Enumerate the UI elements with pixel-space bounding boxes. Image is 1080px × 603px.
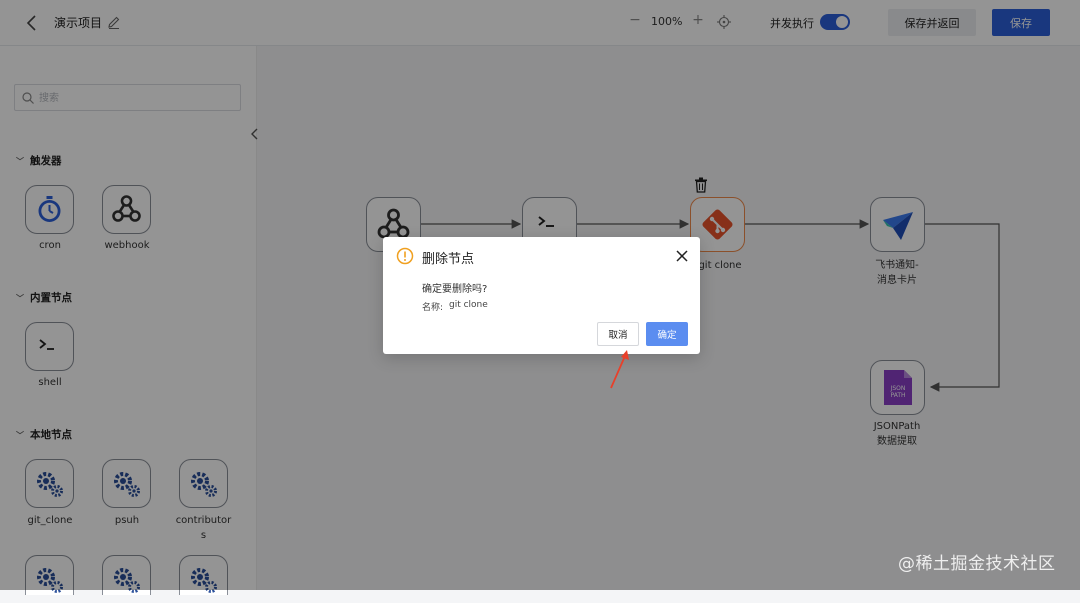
cancel-button[interactable]: 取消: [597, 322, 639, 346]
delete-node-dialog: 删除节点 确定要删除吗? 名称: git clone 取消 确定: [383, 237, 700, 354]
close-icon[interactable]: [675, 249, 689, 263]
dialog-name-value: git clone: [449, 300, 488, 310]
red-arrow-annotation: [610, 350, 629, 389]
watermark-text: @稀土掘金技术社区: [898, 554, 1056, 574]
confirm-button[interactable]: 确定: [646, 322, 688, 346]
dialog-name-label: 名称:: [422, 303, 444, 313]
warning-icon: [396, 247, 414, 265]
dialog-question: 确定要删除吗?: [422, 284, 488, 295]
dialog-title: 删除节点: [422, 252, 475, 267]
